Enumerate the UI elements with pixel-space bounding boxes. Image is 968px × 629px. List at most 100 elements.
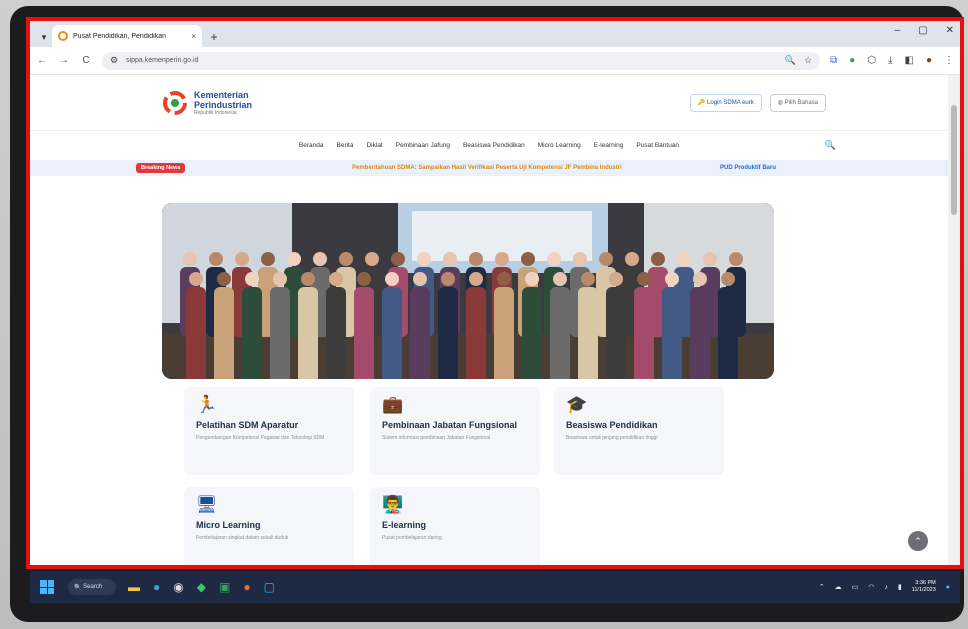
file-explorer-icon[interactable]: ▬ [128, 580, 140, 594]
person-head [189, 272, 203, 286]
close-tab-icon[interactable]: × [191, 32, 196, 41]
firefox-icon[interactable]: ● [243, 580, 250, 594]
person-head [693, 272, 707, 286]
extension-icon[interactable]: ⧉ [830, 55, 837, 66]
photoshop-icon[interactable]: ▢ [264, 580, 275, 594]
address-bar[interactable]: ⚙ sippa.kemenperin.go.id 🔍 ☆ [102, 51, 821, 70]
person-head [729, 252, 743, 266]
extensions-puzzle-icon[interactable]: ⬡ [867, 55, 876, 66]
card-pelatihan-sdm[interactable]: 🏃 Pelatihan SDM Aparatur Pengembangan Ko… [184, 387, 354, 475]
menu-item-berita[interactable]: Berita [337, 142, 354, 149]
reload-button[interactable]: C [80, 55, 92, 66]
taskbar-search[interactable]: 🔍 Search [68, 579, 116, 595]
chevron-up-icon[interactable]: ⌃ [819, 583, 825, 591]
side-panel-icon[interactable]: ◧ [905, 55, 914, 66]
download-icon[interactable]: ⤓ [888, 55, 892, 66]
menu-item-beranda[interactable]: Beranda [299, 142, 324, 149]
person-head [417, 252, 431, 266]
clock[interactable]: 3:36 PM 11/1/2023 [912, 580, 936, 594]
new-tab-button[interactable]: + [206, 27, 222, 47]
language-select[interactable]: ◍ Pilih Bahasa [769, 93, 826, 112]
card-description: Sistem informasi pembinaan Jabatan Fungs… [382, 435, 491, 441]
person-body [550, 287, 570, 379]
scroll-to-top-button[interactable]: ⌃ [908, 531, 928, 551]
card-micro-learning[interactable]: 🖥 Micro Learning Pembelajaran singkat da… [184, 487, 354, 567]
extension-green-icon[interactable]: ● [849, 55, 855, 66]
menu-item-micro-learning[interactable]: Micro Learning [538, 142, 581, 149]
volume-icon[interactable]: ♪ [884, 584, 888, 591]
person-head [209, 252, 223, 266]
active-tab[interactable]: Pusat Pendidikan, Pendidikan × [52, 25, 202, 47]
person-head [391, 252, 405, 266]
person-head [525, 272, 539, 286]
person-body [410, 287, 430, 379]
card-beasiswa[interactable]: 🎓 Beasiswa Pendidikan Beasiswa untuk jen… [554, 387, 724, 475]
person-body [270, 287, 290, 379]
news-ticker: Breaking News Pemberitahuan SDMA: Sampai… [30, 160, 948, 176]
login-button[interactable]: 🔑 Login SDMA eurk [689, 93, 762, 112]
bookmark-star-icon[interactable]: ☆ [804, 55, 812, 66]
card-title: Pelatihan SDM Aparatur [196, 420, 299, 430]
running-icon: 🏃 [196, 395, 218, 414]
person-head [665, 272, 679, 286]
tab-title: Pusat Pendidikan, Pendidikan [73, 32, 167, 40]
profile-avatar-icon[interactable]: ● [926, 55, 932, 66]
system-tray: ⌃ ☁ ▭ ◠ ♪ ▮ 3:36 PM 11/1/2023 ● [819, 580, 950, 594]
person-head [413, 272, 427, 286]
person-body [718, 287, 738, 379]
ticker-headline[interactable]: Pemberitahuan SDMA: Sampaikan Hasil Veri… [352, 165, 622, 171]
notification-icon[interactable]: ● [946, 584, 950, 591]
back-button[interactable]: ← [36, 55, 48, 66]
main-menu: Beranda Berita Diklat Pembinaan Jafung B… [30, 130, 948, 160]
card-description: Pengembangan Kompetensi Pegawai dan Tekn… [196, 435, 325, 441]
spreadsheet-icon[interactable]: ▣ [219, 580, 230, 594]
person-body [578, 287, 598, 379]
site-info-icon[interactable]: ⚙ [110, 55, 118, 66]
person-body [494, 287, 514, 379]
person-head [261, 252, 275, 266]
person-head [357, 272, 371, 286]
menu-kebab-icon[interactable]: ⋮ [944, 55, 954, 66]
minimize-button[interactable]: – [895, 25, 901, 36]
scrollbar-thumb[interactable] [951, 105, 957, 215]
person-head [609, 272, 623, 286]
person-body [354, 287, 374, 379]
close-window-button[interactable]: ✕ [946, 25, 954, 36]
windows-start-icon[interactable] [40, 580, 54, 594]
site-header: Kementerian Perindustrian Republik Indon… [30, 75, 948, 130]
chrome-icon[interactable]: ◉ [173, 580, 183, 594]
menu-item-diklat[interactable]: Diklat [366, 142, 382, 149]
clock-time: 3:36 PM [915, 580, 936, 586]
card-pembinaan-jafung[interactable]: 💼 Pembinaan Jabatan Fungsional Sistem in… [370, 387, 540, 475]
taskbar-apps: ▬ ● ◉ ◆ ▣ ● ▢ [128, 580, 275, 594]
wifi-icon[interactable]: ◠ [868, 583, 874, 591]
maximize-button[interactable]: ▢ [918, 25, 927, 36]
menu-item-e-learning[interactable]: E-learning [594, 142, 624, 149]
person-head [235, 252, 249, 266]
menu-item-pusat-bantuan[interactable]: Pusat Bantuan [636, 142, 679, 149]
search-icon[interactable]: 🔍 [785, 55, 796, 66]
cloud-icon[interactable]: ☁ [835, 583, 842, 591]
url-text: sippa.kemenperin.go.id [126, 57, 199, 64]
app-icon[interactable]: ◆ [197, 580, 206, 594]
site-favicon-icon [58, 31, 68, 41]
person-body [214, 287, 234, 379]
battery-icon[interactable]: ▮ [898, 583, 902, 591]
site-logo[interactable]: Kementerian Perindustrian Republik Indon… [162, 90, 252, 116]
forward-button[interactable]: → [58, 55, 70, 66]
tab-list-icon[interactable]: ▾ [36, 27, 52, 47]
globe-icon: ◍ [777, 100, 785, 106]
site-search-icon[interactable]: 🔍 [825, 140, 836, 151]
menu-item-jafung[interactable]: Pembinaan Jafung [396, 142, 450, 149]
person-body [298, 287, 318, 379]
person-body [382, 287, 402, 379]
card-e-learning[interactable]: 👨‍🏫 E-learning Pusat pembelajaran daring [370, 487, 540, 567]
page-scrollbar[interactable] [948, 75, 960, 567]
kemenperin-logo-icon [163, 90, 187, 115]
ticker-headline-2[interactable]: PUD Produktif Baru [720, 165, 776, 171]
display-icon[interactable]: ▭ [852, 583, 859, 591]
menu-item-beasiswa[interactable]: Beasiswa Pendidikan [463, 142, 525, 149]
telegram-icon[interactable]: ● [153, 580, 160, 594]
card-description: Beasiswa untuk jenjang pendidikan tinggi [566, 435, 658, 441]
briefcase-icon: 💼 [382, 395, 404, 414]
